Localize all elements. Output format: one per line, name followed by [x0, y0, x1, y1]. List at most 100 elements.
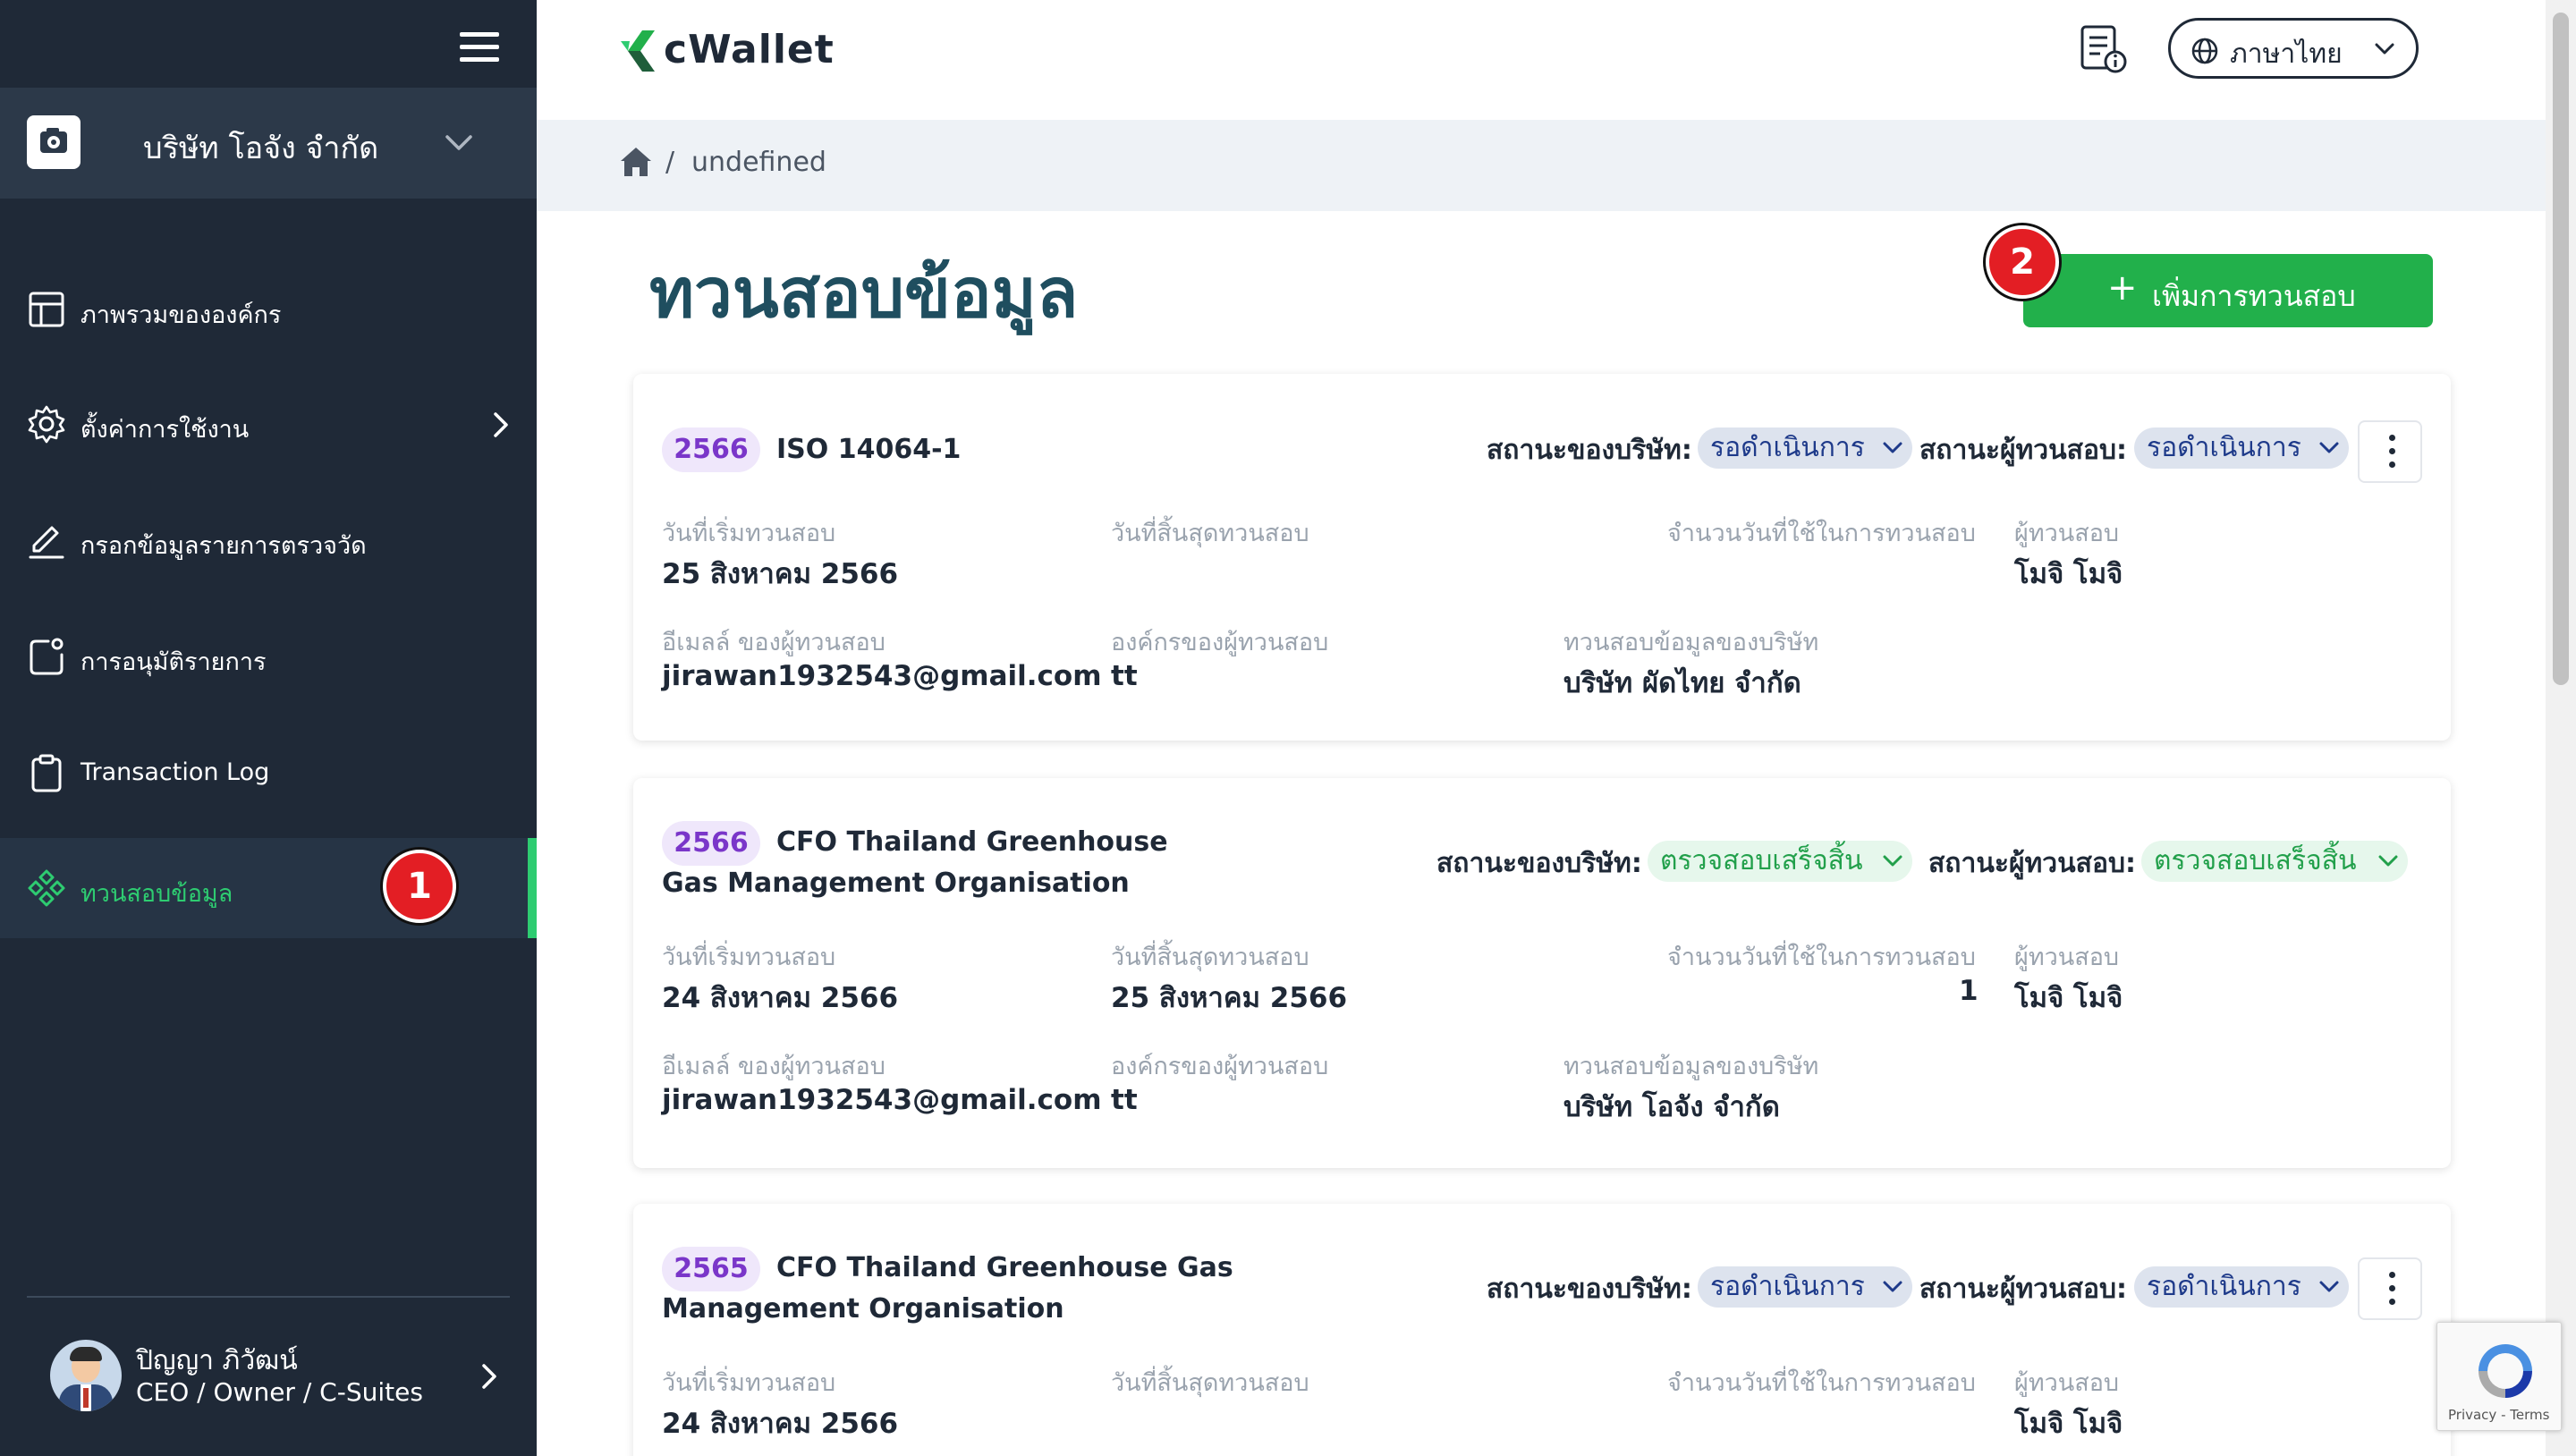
verifier-status-label: สถานะผู้ทวนสอบ:	[1928, 848, 2137, 879]
recaptcha-badge[interactable]: Privacy - Terms	[2436, 1322, 2562, 1431]
company-status-dropdown[interactable]: ตรวจสอบเสร็จสิ้น	[1648, 841, 1912, 882]
more-options-button[interactable]	[2358, 1257, 2422, 1320]
step-marker-2: 2	[1986, 225, 2059, 299]
verifier-org-value: tt	[1111, 660, 1138, 692]
nav-item-settings[interactable]: ตั้งค่าการใช้งาน	[0, 374, 537, 474]
standard-name: ISO 14064-1	[776, 434, 962, 465]
pencil-icon	[29, 526, 64, 559]
status-value: ตรวจสอบเสร็จสิ้น	[2154, 845, 2357, 876]
user-profile[interactable]: ปิญญา ภิวัฒน์ CEO / Owner / C-Suites	[0, 1308, 537, 1456]
chevron-right-icon	[494, 412, 508, 437]
chevron-down-icon	[2375, 43, 2394, 55]
chevron-down-icon	[2319, 442, 2339, 453]
logo-mark-icon	[621, 30, 655, 72]
language-select[interactable]: ภาษาไทย	[2168, 18, 2419, 79]
active-indicator	[528, 838, 537, 938]
days-used-label: จำนวนวันที่ใช้ในการทวนสอบ	[1667, 944, 1976, 971]
start-date-label: วันที่เริ่มทวนสอบ	[662, 520, 836, 547]
diamond-grid-icon	[28, 869, 65, 907]
verification-card[interactable]: 2566 CFO Thailand Greenhouse Gas Managem…	[633, 778, 2451, 1168]
chevron-down-icon	[1883, 855, 1902, 867]
days-used-label: จำนวนวันที่ใช้ในการทวนสอบ	[1667, 1369, 1976, 1397]
company-status-label: สถานะของบริษัท:	[1436, 848, 1642, 879]
breadcrumb-current: undefined	[691, 147, 826, 178]
chevron-down-icon	[1883, 1281, 1902, 1292]
verifier-value: โมจิ โมจิ	[2014, 982, 2123, 1014]
company-switcher[interactable]: บริษัท โอจัง จำกัด	[0, 88, 537, 199]
status-value: รอดำเนินการ	[2147, 1271, 2301, 1302]
start-date-value: 24 สิงหาคม 2566	[662, 1408, 899, 1440]
chevron-down-icon	[2378, 855, 2398, 867]
verifier-label: ผู้ทวนสอบ	[2014, 520, 2120, 547]
status-value: รอดำเนินการ	[1710, 1271, 1865, 1302]
verified-company-label: ทวนสอบข้อมูลของบริษัท	[1563, 1053, 1819, 1080]
chevron-down-icon	[445, 135, 472, 150]
globe-icon	[2191, 38, 2218, 64]
language-label: ภาษาไทย	[2230, 38, 2343, 70]
standard-name-line2: Management Organisation	[662, 1293, 1064, 1325]
more-options-button[interactable]	[2358, 420, 2422, 483]
plus-icon: +	[2107, 267, 2138, 309]
nav-item-approval[interactable]: การอนุมัติรายการ	[0, 606, 537, 707]
user-role: CEO / Owner / C-Suites	[136, 1377, 423, 1407]
verifier-value: โมจิ โมจิ	[2014, 558, 2123, 590]
company-status-dropdown[interactable]: รอดำเนินการ	[1698, 427, 1912, 469]
status-value: ตรวจสอบเสร็จสิ้น	[1660, 845, 1863, 876]
hamburger-menu-icon[interactable]	[460, 32, 499, 64]
end-date-value: 25 สิงหาคม 2566	[1111, 982, 1348, 1014]
company-status-label: สถานะของบริษัท:	[1487, 435, 1692, 466]
nav-item-transaction-log[interactable]: Transaction Log	[0, 723, 537, 823]
verified-company-value: บริษัท โอจัง จำกัด	[1563, 1091, 1780, 1123]
verifier-status-dropdown[interactable]: ตรวจสอบเสร็จสิ้น	[2141, 841, 2408, 882]
verified-company-value: บริษัท ผัดไทย จำกัด	[1563, 667, 1801, 699]
start-date-value: 25 สิงหาคม 2566	[662, 558, 899, 590]
nav-item-overview[interactable]: ภาพรวมขององค์กร	[0, 259, 537, 360]
verifier-status-dropdown[interactable]: รอดำเนินการ	[2134, 1266, 2349, 1308]
verifier-label: ผู้ทวนสอบ	[2014, 944, 2120, 971]
verifier-org-label: องค์กรของผู้ทวนสอบ	[1111, 629, 1329, 656]
clipboard-icon	[31, 754, 62, 792]
company-name: บริษัท โอจัง จำกัด	[143, 131, 379, 166]
avatar	[50, 1340, 122, 1411]
gear-icon	[28, 405, 65, 444]
page-scrollbar[interactable]	[2546, 0, 2576, 1456]
nav-item-verification[interactable]: ทวนสอบข้อมูล	[0, 838, 537, 938]
company-status-dropdown[interactable]: รอดำเนินการ	[1698, 1266, 1912, 1308]
status-value: รอดำเนินการ	[2147, 432, 2301, 463]
year-badge: 2566	[662, 427, 760, 472]
verifier-status-dropdown[interactable]: รอดำเนินการ	[2134, 427, 2349, 469]
start-date-label: วันที่เริ่มทวนสอบ	[662, 944, 836, 971]
recaptcha-icon	[2479, 1344, 2532, 1398]
user-name: ปิญญา ภิวัฒน์	[136, 1345, 298, 1376]
end-date-label: วันที่สิ้นสุดทวนสอบ	[1111, 520, 1309, 547]
nav-label: ภาพรวมขององค์กร	[80, 301, 282, 329]
standard-name-line2: Gas Management Organisation	[662, 868, 1130, 899]
end-date-label: วันที่สิ้นสุดทวนสอบ	[1111, 944, 1309, 971]
document-info-icon[interactable]	[2075, 23, 2129, 75]
verifier-label: ผู้ทวนสอบ	[2014, 1369, 2120, 1397]
chevron-right-icon	[482, 1364, 496, 1389]
scrollbar-thumb[interactable]	[2553, 13, 2569, 685]
top-header: cWallet ภาษาไทย	[537, 0, 2546, 120]
verified-company-label: ทวนสอบข้อมูลของบริษัท	[1563, 629, 1819, 656]
recaptcha-links[interactable]: Privacy - Terms	[2448, 1407, 2549, 1423]
company-status-label: สถานะของบริษัท:	[1487, 1274, 1692, 1305]
end-date-label: วันที่สิ้นสุดทวนสอบ	[1111, 1369, 1309, 1397]
days-used-value: 1	[1959, 975, 1979, 1007]
approval-icon	[30, 638, 64, 675]
nav-item-data-entry[interactable]: กรอกข้อมูลรายการตรวจวัด	[0, 490, 537, 590]
home-icon[interactable]	[619, 145, 653, 179]
breadcrumb: / undefined	[537, 120, 2546, 211]
verification-card[interactable]: 2566 ISO 14064-1 สถานะของบริษัท: รอดำเนิ…	[633, 374, 2451, 741]
verifier-value: โมจิ โมจิ	[2014, 1408, 2123, 1440]
camera-icon	[27, 115, 80, 169]
verifier-email-value: jirawan1932543@gmail.com	[662, 660, 1102, 692]
sidebar-divider	[27, 1296, 510, 1298]
verifier-status-label: สถานะผู้ทวนสอบ:	[1919, 435, 2128, 466]
chevron-down-icon	[2319, 1281, 2339, 1292]
add-verification-button[interactable]: + เพิ่มการทวนสอบ	[2023, 254, 2433, 327]
logo-text: cWallet	[664, 27, 835, 72]
verification-card[interactable]: 2565 CFO Thailand Greenhouse Gas Managem…	[633, 1204, 2451, 1456]
verifier-org-value: tt	[1111, 1084, 1138, 1116]
verifier-email-label: อีเมลล์ ของผู้ทวนสอบ	[662, 629, 886, 656]
